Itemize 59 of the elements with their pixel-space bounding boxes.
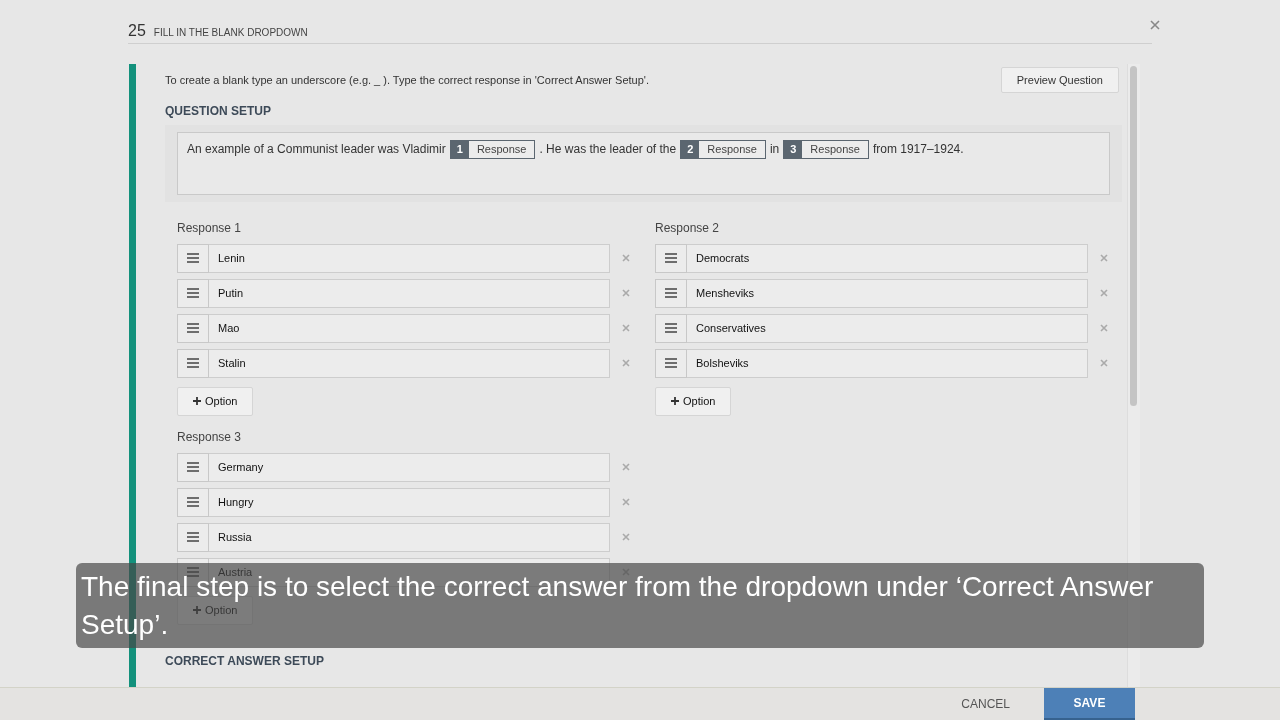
response-blank[interactable]: 2 Response (680, 139, 766, 159)
option-field[interactable]: Putin (209, 278, 610, 308)
dialog-title: FILL IN THE BLANK DROPDOWN (153, 25, 308, 40)
remove-icon[interactable] (1100, 324, 1108, 333)
question-editor[interactable]: An example of a Communist leader was Vladimir 1 Response . He was the leader of the 2 Response in 3 Response from 1917–1924. (177, 131, 1110, 195)
add-option-button[interactable]: Option (655, 386, 732, 416)
plus-icon (193, 606, 201, 615)
drag-handle-icon[interactable] (177, 452, 209, 482)
drag-handle-icon[interactable] (655, 313, 687, 343)
remove-icon[interactable] (622, 324, 630, 333)
response-blank[interactable]: 1 Response (449, 139, 536, 159)
close-icon[interactable] (1150, 20, 1160, 30)
option-field[interactable]: Democrats (687, 243, 1088, 273)
option-field[interactable]: Lenin (209, 243, 610, 273)
drag-handle-icon[interactable] (655, 243, 687, 273)
add-option-button[interactable]: Option (177, 386, 254, 416)
drag-handle-icon[interactable] (177, 313, 209, 343)
drag-handle-icon[interactable] (177, 278, 209, 308)
plus-icon (193, 397, 201, 406)
question-number: 25 (128, 20, 146, 41)
question-text: from 1917–1924. (872, 140, 964, 158)
option-field[interactable]: Bolsheviks (687, 348, 1088, 378)
remove-icon[interactable] (622, 359, 630, 368)
response-blank[interactable]: 3 Response (783, 139, 869, 159)
remove-icon[interactable] (622, 463, 630, 472)
remove-icon[interactable] (622, 498, 630, 507)
option-field[interactable]: Mao (209, 313, 610, 343)
plus-icon (671, 397, 679, 406)
question-text: in (769, 140, 780, 158)
save-button[interactable]: SAVE (1044, 688, 1135, 720)
option-field[interactable]: Conservatives (687, 313, 1088, 343)
remove-icon[interactable] (622, 533, 630, 542)
response-label: Response 1 (177, 220, 243, 237)
response-label: Response 2 (655, 220, 721, 237)
drag-handle-icon[interactable] (177, 487, 209, 517)
cancel-button[interactable]: CANCEL (955, 691, 1016, 717)
section-heading: QUESTION SETUP (165, 103, 272, 120)
section-heading: CORRECT ANSWER SETUP (165, 653, 325, 668)
remove-icon[interactable] (622, 254, 630, 263)
drag-handle-icon[interactable] (177, 243, 209, 273)
remove-icon[interactable] (1100, 289, 1108, 298)
preview-question-button[interactable]: Preview Question (1000, 66, 1119, 93)
option-field[interactable]: Russia (209, 522, 610, 552)
drag-handle-icon[interactable] (177, 348, 209, 378)
question-text: . He was the leader of the (539, 140, 677, 158)
option-field[interactable]: Mensheviks (687, 278, 1088, 308)
scrollbar-thumb[interactable] (1130, 65, 1137, 406)
drag-handle-icon[interactable] (177, 522, 209, 552)
remove-icon[interactable] (622, 289, 630, 298)
drag-handle-icon[interactable] (655, 348, 687, 378)
question-text: An example of a Communist leader was Vladimir (187, 140, 446, 158)
instructions: To create a blank type an underscore (e.g. _ ). Type the correct response in 'Correct Answer Setup'. (165, 73, 649, 86)
option-field[interactable]: Stalin (209, 348, 610, 378)
option-field[interactable]: Germany (209, 452, 610, 482)
drag-handle-icon[interactable] (655, 278, 687, 308)
remove-icon[interactable] (1100, 254, 1108, 263)
option-field[interactable]: Hungry (209, 487, 610, 517)
remove-icon[interactable] (1100, 359, 1108, 368)
response-label: Response 3 (177, 429, 243, 446)
